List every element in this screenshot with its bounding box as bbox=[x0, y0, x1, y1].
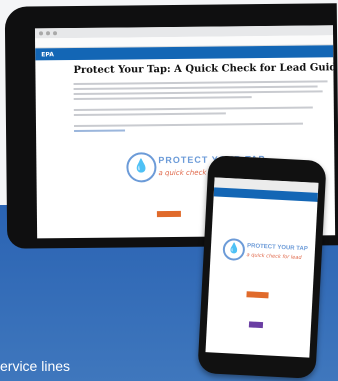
text-line bbox=[73, 96, 252, 101]
text-line bbox=[73, 85, 318, 91]
window-dot-icon bbox=[39, 31, 44, 36]
epa-logo[interactable]: EPA bbox=[41, 51, 54, 58]
phone-secondary-button[interactable] bbox=[248, 321, 264, 329]
start-button[interactable] bbox=[156, 210, 181, 218]
phone-device: 💧 PROTECT YOUR TAP a quick check for lea… bbox=[197, 155, 327, 379]
faucet-drop-icon: 💧 bbox=[126, 152, 157, 183]
text-line bbox=[74, 129, 125, 133]
window-dot-icon bbox=[46, 31, 51, 36]
phone-screen: 💧 PROTECT YOUR TAP a quick check for lea… bbox=[205, 177, 319, 358]
phone-start-button[interactable] bbox=[246, 291, 269, 299]
text-line bbox=[73, 122, 303, 128]
text-line bbox=[73, 80, 328, 86]
faucet-drop-icon: 💧 bbox=[222, 237, 246, 262]
window-dot-icon bbox=[53, 31, 58, 36]
phone-emblem-subtitle: a quick check for lead bbox=[246, 252, 302, 262]
intro-paragraph bbox=[35, 75, 334, 133]
caption-text: ervice lines bbox=[0, 358, 71, 374]
text-line bbox=[73, 106, 313, 112]
text-line bbox=[73, 112, 227, 117]
text-line bbox=[73, 90, 323, 96]
phone-emblem-title: PROTECT YOUR TAP bbox=[246, 243, 308, 253]
